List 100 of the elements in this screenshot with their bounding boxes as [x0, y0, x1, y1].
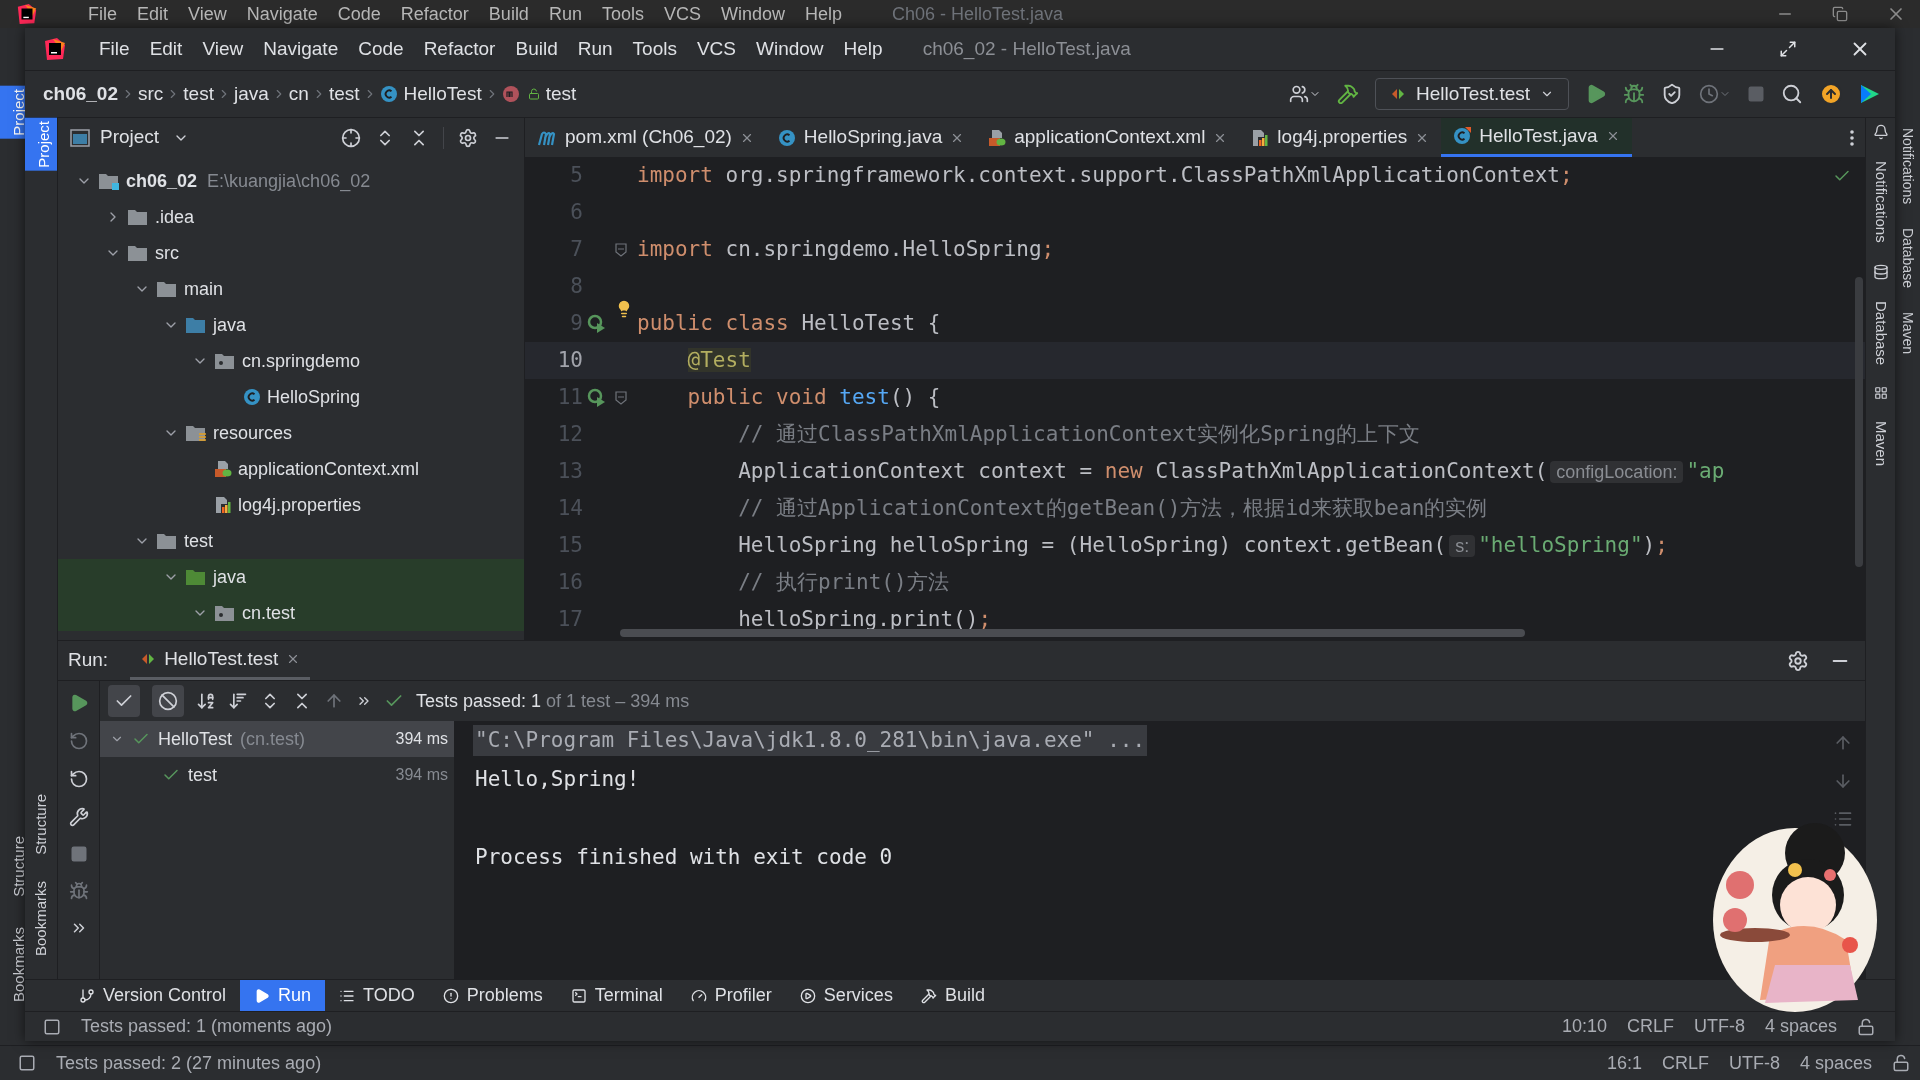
panel-toggle-icon[interactable]	[43, 1017, 61, 1036]
fold-icon[interactable]	[615, 390, 627, 405]
tool-window-tab[interactable]: Problems	[428, 980, 557, 1011]
tree-item[interactable]: java	[58, 559, 524, 595]
breadcrumb[interactable]: java	[233, 79, 269, 109]
tool-window-tab[interactable]: TODO	[325, 980, 429, 1011]
update-icon[interactable]	[1819, 82, 1843, 106]
fold-icon[interactable]	[615, 242, 627, 257]
tool-window-tab[interactable]: Services	[785, 980, 907, 1011]
sort-alpha-icon[interactable]	[196, 691, 216, 711]
menu-item[interactable]: Run	[538, 0, 592, 28]
tree-item[interactable]: src	[58, 235, 524, 271]
tool-window-tab[interactable]: Run	[240, 980, 326, 1011]
breadcrumb[interactable]: ch06_02	[43, 79, 118, 109]
sort-duration-icon[interactable]	[228, 691, 248, 711]
tree-item[interactable]: resources	[58, 415, 524, 451]
more-icon[interactable]	[1849, 128, 1855, 147]
panel-title[interactable]: Project	[100, 123, 160, 152]
run-test-icon[interactable]	[587, 313, 607, 334]
tree-item[interactable]: cn.test	[58, 595, 524, 631]
editor-tab[interactable]: log4j.properties	[1239, 118, 1442, 157]
run-config-dropdown[interactable]: HelloTest.test	[1374, 78, 1569, 110]
breadcrumb[interactable]: HelloTest	[379, 79, 482, 109]
test-item[interactable]: test 394 ms	[100, 757, 454, 793]
tool-window-tab[interactable]: Maven	[1897, 312, 1918, 355]
breadcrumb[interactable]: src	[138, 79, 164, 109]
menu-item[interactable]: Navigate	[253, 34, 349, 64]
show-ignored-toggle[interactable]	[152, 685, 184, 717]
tree-item[interactable]: .idea	[58, 199, 524, 235]
tool-window-tab[interactable]: Database	[1897, 228, 1918, 289]
tree-item[interactable]: test	[58, 523, 524, 559]
tool-window-tab[interactable]: Project	[0, 86, 25, 139]
lock-icon[interactable]	[1857, 1017, 1875, 1036]
tool-window-tab[interactable]: Notifications	[1897, 128, 1918, 205]
menu-item[interactable]: VCS	[653, 0, 711, 28]
menu-item[interactable]: Tools	[591, 0, 654, 28]
status-item[interactable]: UTF-8	[1693, 1013, 1745, 1040]
editor-tab[interactable]: applicationContext.xml	[976, 118, 1240, 157]
menu-item[interactable]: View	[178, 0, 237, 28]
menu-item[interactable]: Window	[746, 34, 834, 64]
menu-item[interactable]: Window	[710, 0, 795, 28]
menu-item[interactable]: File	[89, 34, 140, 64]
menu-item[interactable]: Edit	[139, 34, 193, 64]
maximize-icon[interactable]	[1779, 40, 1797, 58]
tool-window-tab[interactable]: Maven	[1861, 417, 1900, 469]
settings-icon[interactable]	[458, 127, 478, 148]
tool-window-tab[interactable]: Build	[906, 980, 999, 1011]
tool-window-tab[interactable]: Notifications	[1861, 158, 1900, 246]
status-item[interactable]: 16:1	[1606, 1049, 1642, 1077]
tree-item[interactable]: main	[58, 271, 524, 307]
menu-item[interactable]: Tools	[622, 34, 687, 64]
account-button[interactable]	[1288, 84, 1321, 104]
editor-tab[interactable]: HelloSpring.java	[765, 118, 977, 157]
menu-item[interactable]: Build	[505, 34, 568, 64]
stop-icon[interactable]	[69, 845, 88, 863]
vertical-scrollbar[interactable]	[1855, 277, 1863, 567]
menu-item[interactable]: Build	[478, 0, 539, 28]
tool-window-tab[interactable]: Bookmarks	[0, 923, 25, 1005]
menu-item[interactable]: VCS	[686, 34, 746, 64]
coverage-icon[interactable]	[1661, 83, 1683, 105]
status-item[interactable]: 4 spaces	[1764, 1013, 1837, 1040]
lock-icon[interactable]	[1892, 1054, 1910, 1072]
tree-item[interactable]: java	[58, 307, 524, 343]
build-icon[interactable]	[1336, 83, 1359, 105]
editor-tab[interactable]: pom.xml (Ch06_02)	[525, 118, 766, 157]
menu-item[interactable]: View	[192, 34, 254, 64]
status-item[interactable]: 4 spaces	[1799, 1049, 1872, 1077]
menu-item[interactable]: Code	[348, 34, 414, 64]
tool-window-tab[interactable]: Version Control	[65, 980, 241, 1011]
status-item[interactable]: CRLF	[1626, 1013, 1674, 1040]
profile-button[interactable]	[1699, 84, 1731, 104]
menu-item[interactable]: Edit	[127, 0, 179, 28]
run-test-icon[interactable]	[587, 387, 607, 408]
settings-icon[interactable]	[1787, 649, 1809, 672]
tree-item[interactable]: ch06_02 E:\kuangjia\ch06_02	[58, 163, 524, 199]
editor-tab[interactable]: HelloTest.java	[1441, 118, 1632, 157]
menu-item[interactable]: Run	[567, 34, 623, 64]
tool-window-tab[interactable]: Structure	[0, 833, 25, 900]
tree-item[interactable]: cn.springdemo	[58, 343, 524, 379]
horizontal-scrollbar[interactable]	[620, 629, 1525, 637]
test-item[interactable]: HelloTest (cn.test) 394 ms	[100, 721, 454, 757]
breadcrumb[interactable]: test	[328, 79, 360, 109]
run-config-tab[interactable]: HelloTest.test	[130, 641, 311, 680]
tool-window-tab[interactable]: Terminal	[556, 980, 677, 1011]
status-item[interactable]: UTF-8	[1728, 1049, 1780, 1077]
menu-item[interactable]: Help	[795, 0, 853, 28]
menu-item[interactable]: Navigate	[236, 0, 328, 28]
show-passed-toggle[interactable]	[108, 685, 140, 717]
database-icon[interactable]	[1872, 263, 1889, 280]
panel-toggle-icon[interactable]	[18, 1054, 36, 1072]
breadcrumb[interactable]: test	[183, 79, 214, 109]
wrench-icon[interactable]	[68, 807, 89, 827]
menu-item[interactable]: Refactor	[413, 34, 506, 64]
rerun-failed-icon[interactable]	[68, 731, 89, 751]
status-item[interactable]: CRLF	[1661, 1049, 1709, 1077]
restore-icon[interactable]	[1832, 6, 1848, 22]
menu-item[interactable]: Help	[833, 34, 893, 64]
tree-item[interactable]: log4j.properties	[58, 487, 524, 523]
debug-icon[interactable]	[68, 881, 89, 901]
locate-icon[interactable]	[341, 127, 361, 148]
